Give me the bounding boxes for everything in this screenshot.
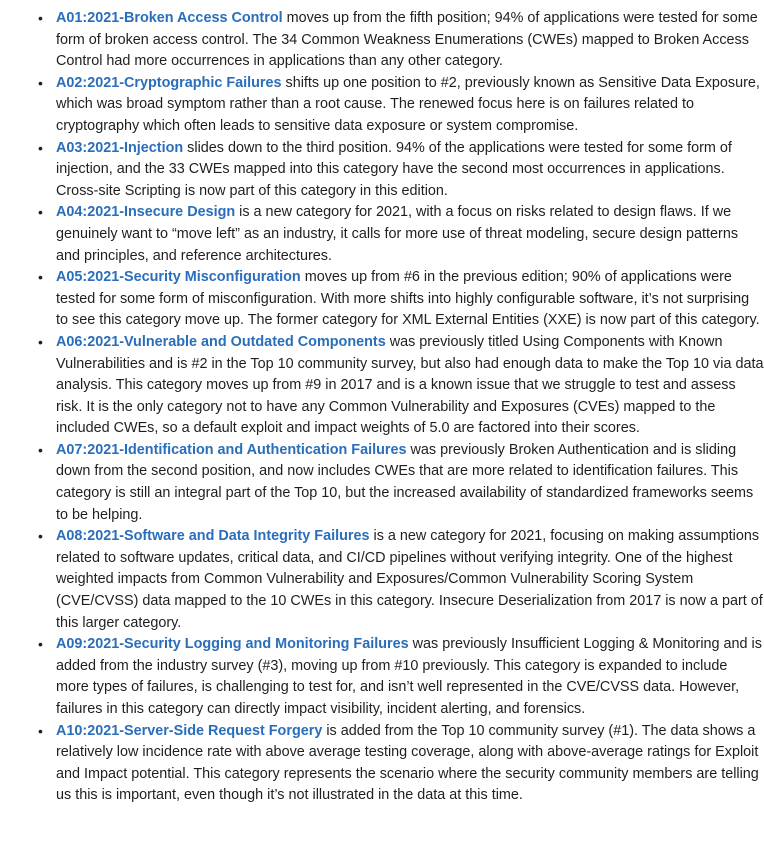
link-a01-broken-access-control[interactable]: A01:2021-Broken Access Control <box>56 10 283 26</box>
list-item-a06: • A06:2021-Vulnerable and Outdated Compon… <box>38 332 764 440</box>
bullet-icon: • <box>38 139 43 156</box>
link-a09-security-logging-monitoring-failures[interactable]: A09:2021-Security Logging and Monitoring… <box>56 636 409 652</box>
list-item-a10: • A10:2021-Server-Side Request Forgery is… <box>38 721 764 807</box>
bullet-icon: • <box>38 74 43 91</box>
link-a02-cryptographic-failures[interactable]: A02:2021-Cryptographic Failures <box>56 75 282 91</box>
list-item-a09: • A09:2021-Security Logging and Monitorin… <box>38 634 764 720</box>
link-a04-insecure-design[interactable]: A04:2021-Insecure Design <box>56 204 235 220</box>
list-item-a05: • A05:2021-Security Misconfiguration move… <box>38 267 764 332</box>
bullet-icon: • <box>38 204 43 221</box>
link-a05-security-misconfiguration[interactable]: A05:2021-Security Misconfiguration <box>56 269 301 285</box>
link-a07-identification-authentication-failures[interactable]: A07:2021-Identification and Authenticati… <box>56 442 407 458</box>
list-item-a03: • A03:2021-Injection slides down to the t… <box>38 138 764 203</box>
list-item-a04: • A04:2021-Insecure Design is a new categ… <box>38 202 764 267</box>
bullet-icon: • <box>38 636 43 653</box>
list-item-a01: • A01:2021-Broken Access Control moves up… <box>38 8 764 73</box>
link-a03-injection[interactable]: A03:2021-Injection <box>56 140 183 156</box>
list-item-a07: • A07:2021-Identification and Authenticat… <box>38 440 764 526</box>
link-a08-software-data-integrity-failures[interactable]: A08:2021-Software and Data Integrity Fai… <box>56 528 370 544</box>
link-a06-vulnerable-outdated-components[interactable]: A06:2021-Vulnerable and Outdated Compone… <box>56 334 386 350</box>
list-item-a02: • A02:2021-Cryptographic Failures shifts … <box>38 73 764 138</box>
bullet-icon: • <box>38 722 43 739</box>
link-a10-server-side-request-forgery[interactable]: A10:2021-Server-Side Request Forgery <box>56 723 322 739</box>
bullet-icon: • <box>38 528 43 545</box>
bullet-icon: • <box>38 269 43 286</box>
bullet-icon: • <box>38 333 43 350</box>
list-item-a08: • A08:2021-Software and Data Integrity Fa… <box>38 526 764 634</box>
owasp-top10-list: • A01:2021-Broken Access Control moves up… <box>0 0 764 807</box>
bullet-icon: • <box>38 441 43 458</box>
bullet-icon: • <box>38 10 43 26</box>
